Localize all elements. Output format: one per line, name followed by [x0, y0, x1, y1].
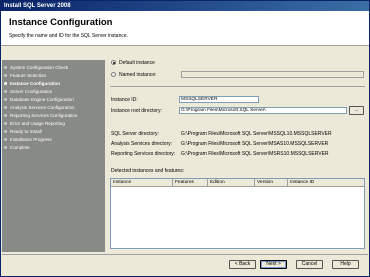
sql-server-directory-value: G:\Program Files\Microsoft SQL Server\MS…: [181, 131, 332, 137]
window-title: Install SQL Server 2008: [4, 3, 71, 9]
step-database-engine-configuration: Database Engine Configuration: [4, 96, 74, 103]
footer-separator: [2, 254, 368, 255]
reporting-services-directory-label: Reporting Services directory:: [111, 151, 176, 157]
browse-button[interactable]: ...: [349, 106, 364, 115]
steps-sidebar: System Configuration Check Feature Selec…: [2, 60, 105, 252]
detected-instances-table[interactable]: Instance Features Edition Version Instan…: [110, 178, 365, 249]
step-error-and-usage-reporting: Error and Usage Reporting: [4, 120, 65, 127]
bullet-icon: [4, 122, 7, 126]
step-system-configuration-check: System Configuration Check: [4, 64, 68, 71]
separator: [110, 86, 365, 87]
column-header-edition[interactable]: Edition: [208, 179, 255, 186]
step-ready-to-install: Ready to Install: [4, 128, 42, 135]
default-instance-radio[interactable]: [111, 60, 116, 65]
table-header: Instance Features Edition Version Instan…: [111, 179, 364, 187]
named-instance-label: Named instance:: [119, 72, 157, 78]
column-header-instance-id[interactable]: Instance ID: [288, 179, 364, 186]
step-server-configuration: Server Configuration: [4, 88, 52, 95]
step-complete: Complete: [4, 144, 30, 151]
back-button[interactable]: < Back: [229, 260, 256, 269]
column-header-version[interactable]: Version: [255, 179, 288, 186]
step-feature-selection: Feature Selection: [4, 72, 46, 79]
analysis-services-directory-value: G:\Program Files\Microsoft SQL Server\MS…: [181, 141, 329, 147]
instance-id-label: Instance ID:: [111, 97, 138, 103]
instance-config-panel: Default instance Named instance: Instanc…: [109, 58, 365, 253]
title-bar: Install SQL Server 2008: [1, 1, 369, 11]
step-instance-configuration: Instance Configuration: [4, 80, 60, 87]
analysis-services-directory-label: Analysis Services directory:: [111, 141, 173, 147]
column-header-features[interactable]: Features: [173, 179, 208, 186]
instance-id-input[interactable]: MSSQLSERVER: [179, 96, 259, 103]
page-header: Instance Configuration Specify the name …: [1, 11, 369, 46]
bullet-icon: [4, 74, 7, 78]
bullet-icon: [4, 90, 7, 94]
step-analysis-services-configuration: Analysis Services Configuration: [4, 104, 75, 111]
page-title: Instance Configuration: [9, 17, 113, 28]
instance-root-input[interactable]: G:\Program Files\Microsoft SQL Server\: [179, 107, 347, 114]
step-installation-progress: Installation Progress: [4, 136, 52, 143]
step-reporting-services-configuration: Reporting Services Configuration: [4, 112, 77, 119]
bullet-icon: [4, 138, 7, 142]
installer-window: Install SQL Server 2008 Instance Configu…: [0, 0, 370, 277]
page-subtitle: Specify the name and ID for the SQL Serv…: [9, 33, 129, 39]
cancel-button[interactable]: Cancel: [296, 260, 323, 269]
column-header-instance[interactable]: Instance: [111, 179, 173, 186]
bullet-icon: [4, 146, 7, 150]
reporting-services-directory-value: G:\Program Files\Microsoft SQL Server\MS…: [181, 151, 329, 157]
bullet-icon: [4, 114, 7, 118]
bullet-icon: [4, 106, 7, 110]
named-instance-input[interactable]: [181, 71, 364, 78]
named-instance-radio[interactable]: [111, 72, 116, 77]
next-button[interactable]: Next >: [260, 260, 287, 269]
instance-root-label: Instance root directory:: [111, 108, 162, 114]
detected-instances-label: Detected instances and features:: [111, 168, 185, 174]
bullet-icon: [4, 98, 7, 102]
bullet-icon: [4, 66, 7, 70]
bullet-icon: [4, 130, 7, 134]
help-button[interactable]: Help: [332, 260, 359, 269]
bullet-icon: [4, 82, 7, 86]
sql-server-directory-label: SQL Server directory:: [111, 131, 159, 137]
default-instance-label: Default instance: [119, 60, 155, 66]
